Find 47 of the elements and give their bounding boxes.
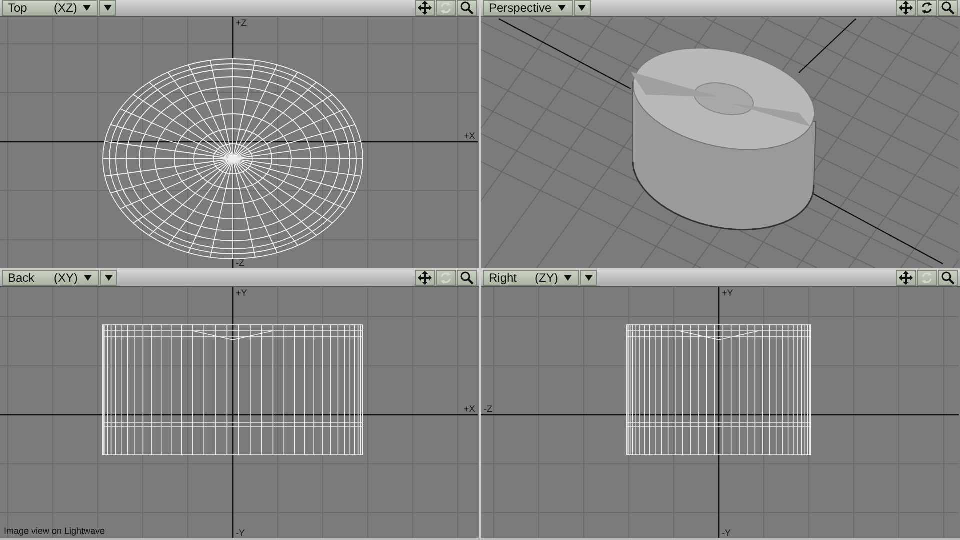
caret-icon: [584, 275, 593, 281]
caret-icon: [564, 275, 572, 281]
axis-label: +Y: [236, 288, 248, 298]
magnifier-icon: [941, 1, 955, 15]
caret-icon: [104, 5, 112, 11]
zoom-view-button[interactable]: [938, 270, 958, 286]
axis-label: +X: [464, 131, 476, 141]
zoom-view-button[interactable]: [457, 0, 477, 16]
rotate-icon: [439, 271, 453, 285]
axis-label: +Y: [722, 288, 734, 298]
move-view-button[interactable]: [415, 270, 435, 286]
magnifier-icon: [941, 271, 955, 285]
rotate-icon: [920, 1, 934, 15]
view-type-dropdown[interactable]: Back (XY): [2, 270, 99, 286]
rotate-icon: [920, 271, 934, 285]
move-icon: [899, 1, 913, 15]
axis-label: +X: [464, 404, 476, 414]
move-icon: [418, 1, 432, 15]
axis-label: +Z: [236, 18, 247, 28]
caret-icon: [83, 5, 92, 11]
caption-text: Image view on Lightwave: [4, 526, 106, 536]
rotate-view-button[interactable]: [917, 0, 937, 16]
options-dropdown[interactable]: [580, 270, 598, 286]
magnifier-icon: [460, 1, 474, 15]
caret-icon: [578, 5, 586, 11]
options-dropdown[interactable]: [100, 270, 117, 286]
move-icon: [899, 271, 913, 285]
move-view-button[interactable]: [415, 0, 435, 16]
zoom-view-button[interactable]: [938, 0, 958, 16]
move-icon: [418, 271, 432, 285]
view-type-dropdown[interactable]: Right (ZY): [483, 270, 580, 286]
zoom-view-button[interactable]: [457, 270, 477, 286]
view-type-dropdown[interactable]: Perspective: [483, 0, 573, 16]
move-view-button[interactable]: [896, 270, 916, 286]
move-view-button[interactable]: [896, 0, 916, 16]
caret-icon: [84, 275, 92, 281]
caret-icon: [558, 5, 566, 11]
view-type-dropdown[interactable]: Top (XZ): [2, 0, 98, 16]
options-dropdown[interactable]: [99, 0, 116, 16]
magnifier-icon: [460, 271, 474, 285]
axis-label: -Y: [236, 528, 245, 538]
rotate-icon: [439, 1, 453, 15]
options-dropdown[interactable]: [574, 0, 591, 16]
axis-label: -Z: [236, 258, 244, 268]
caret-icon: [104, 275, 112, 281]
axis-label: -Y: [722, 528, 731, 538]
axis-label: -Z: [484, 404, 492, 414]
